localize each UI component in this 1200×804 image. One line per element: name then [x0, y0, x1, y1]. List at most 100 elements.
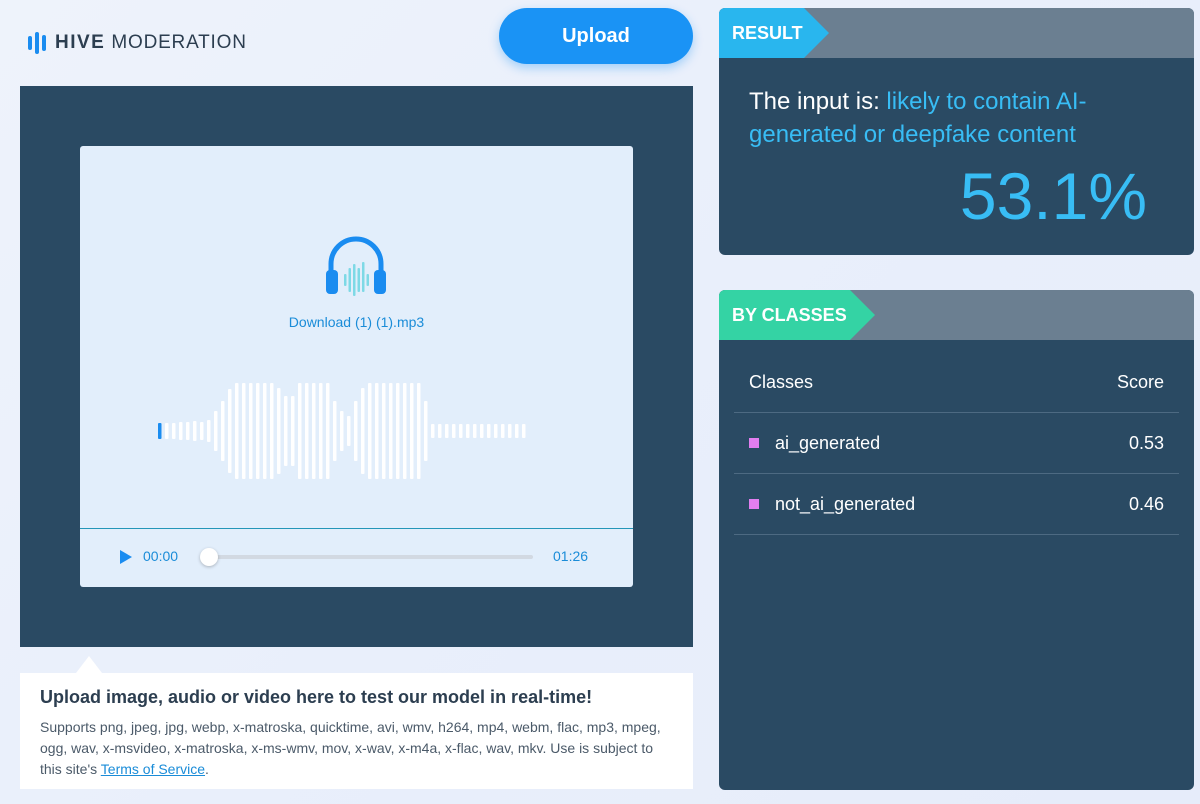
classes-header: BY CLASSES: [719, 290, 1194, 340]
result-tag: RESULT: [719, 8, 829, 58]
waveform-bar: [305, 383, 309, 479]
class-name: ai_generated: [775, 432, 881, 453]
waveform-bar: [340, 411, 344, 451]
waveform-bar: [214, 411, 218, 451]
waveform-bar: [396, 383, 400, 479]
waveform-bar: [480, 424, 484, 438]
play-icon[interactable]: [120, 550, 132, 564]
info-pointer: [76, 656, 102, 673]
waveform-bar: [165, 423, 169, 439]
waveform-bar: [403, 383, 407, 479]
upload-info-description: Supports png, jpeg, jpg, webp, x-matrosk…: [40, 717, 673, 780]
upload-info-title: Upload image, audio or video here to tes…: [40, 687, 593, 707]
current-time: 00:00: [143, 548, 179, 564]
waveform-bar: [256, 383, 260, 479]
waveform-bar: [333, 401, 337, 461]
waveform-bar: [417, 383, 421, 479]
player-divider: [80, 528, 633, 529]
headphones-icon: [326, 236, 386, 296]
waveform-bar: [361, 388, 365, 474]
waveform-bar: [179, 422, 183, 440]
result-card: RESULT The input is: likely to contain A…: [719, 8, 1194, 255]
audio-waveform[interactable]: [156, 376, 536, 486]
classes-tag: BY CLASSES: [719, 290, 875, 340]
logo-product: MODERATION: [111, 32, 247, 53]
waveform-bar: [200, 422, 204, 440]
waveform-bar: [501, 424, 505, 438]
waveform-bar: [207, 420, 211, 442]
waveform-bar: [410, 383, 414, 479]
seek-handle[interactable]: [200, 548, 218, 566]
waveform-bar: [389, 383, 393, 479]
class-name: not_ai_generated: [775, 493, 916, 514]
waveform-bar: [354, 401, 358, 461]
classes-column-header: Classes: [749, 371, 814, 392]
waveform-bar: [319, 383, 323, 479]
class-name-cell: ai_generated: [749, 433, 880, 454]
class-name-cell: not_ai_generated: [749, 494, 915, 515]
waveform-bar: [473, 424, 477, 438]
waveform-bar: [452, 424, 456, 438]
waveform-bar: [186, 422, 190, 440]
upload-info-box: Upload image, audio or video here to tes…: [20, 673, 693, 789]
waveform-bar: [172, 423, 176, 439]
waveform-bar: [347, 416, 351, 446]
waveform-bar: [382, 383, 386, 479]
waveform-bar: [438, 424, 442, 438]
waveform-bar: [424, 401, 428, 461]
waveform-bar: [326, 383, 330, 479]
classes-table: Classes Score ai_generated 0.53 not_ai_g…: [734, 352, 1179, 535]
tos-suffix: .: [205, 761, 209, 777]
waveform-bar: [508, 424, 512, 438]
duration-time: 01:26: [553, 548, 589, 564]
waveform-bar: [242, 383, 246, 479]
waveform-bar: [193, 421, 197, 441]
seek-bar[interactable]: [208, 555, 533, 559]
waveform-bar: [158, 423, 162, 439]
class-score: 0.46: [1128, 493, 1164, 514]
waveform-bar: [487, 424, 491, 438]
waveform-bar: [445, 424, 449, 438]
class-color-swatch: [749, 499, 759, 509]
by-classes-card: BY CLASSES Classes Score ai_generated 0.…: [719, 290, 1194, 790]
hive-logo-icon: [28, 32, 46, 54]
result-percent: 53.1%: [959, 159, 1147, 233]
classes-table-header: Classes Score: [734, 352, 1179, 413]
result-header: RESULT: [719, 8, 1194, 58]
waveform-bar: [375, 383, 379, 479]
waveform-bar: [263, 383, 267, 479]
table-row: ai_generated 0.53: [734, 413, 1179, 474]
classes-tag-label: BY CLASSES: [732, 305, 847, 325]
waveform-bar: [270, 383, 274, 479]
result-tag-label: RESULT: [732, 23, 803, 43]
waveform-bar: [277, 388, 281, 474]
audio-player: Download (1) (1).mp3 00:00 01:26: [80, 146, 633, 587]
waveform-bar: [228, 389, 232, 473]
waveform-bar: [291, 396, 295, 466]
hive-logo[interactable]: HIVE MODERATION: [28, 30, 247, 56]
waveform-bar: [466, 424, 470, 438]
waveform-bar: [284, 396, 288, 466]
result-tag-arrow: [804, 8, 829, 58]
class-color-swatch: [749, 438, 759, 448]
waveform-bar: [235, 383, 239, 479]
waveform-bar: [431, 424, 435, 438]
upload-button[interactable]: Upload: [499, 8, 693, 64]
table-row: not_ai_generated 0.46: [734, 474, 1179, 535]
waveform-bar: [298, 383, 302, 479]
waveform-bar: [249, 383, 253, 479]
waveform-bar: [494, 424, 498, 438]
logo-brand: HIVE: [55, 32, 106, 53]
terms-of-service-link[interactable]: Terms of Service: [101, 761, 205, 777]
audio-filename: Download (1) (1).mp3: [288, 314, 425, 330]
class-score: 0.53: [1128, 432, 1164, 453]
score-column-header: Score: [1116, 371, 1164, 392]
classes-tag-arrow: [850, 290, 875, 340]
result-statement: The input is: likely to contain AI-gener…: [749, 85, 1169, 151]
waveform-bar: [368, 383, 372, 479]
result-prefix: The input is:: [749, 88, 887, 115]
waveform-bar: [515, 424, 519, 438]
waveform-bar: [522, 424, 526, 438]
waveform-bar: [312, 383, 316, 479]
waveform-bar: [221, 401, 225, 461]
